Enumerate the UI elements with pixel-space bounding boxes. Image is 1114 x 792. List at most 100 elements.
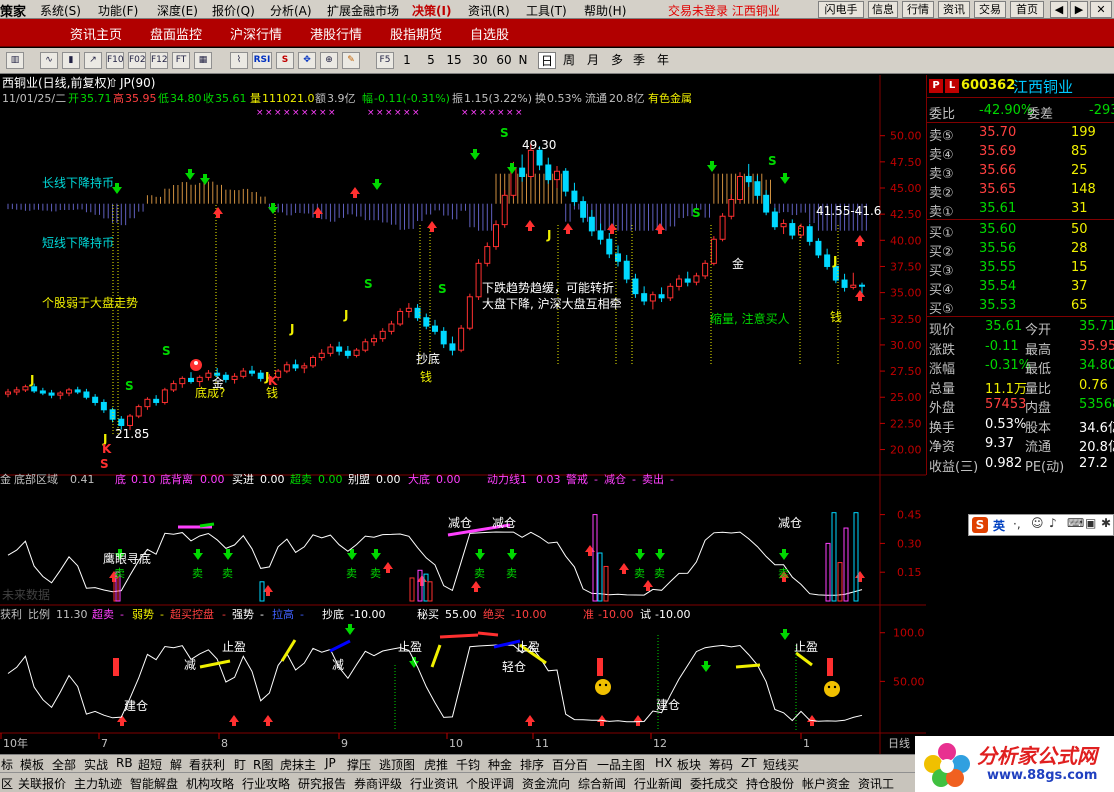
indicator-tab[interactable]: RB <box>116 756 133 770</box>
ime-toolbar[interactable]: S 英 ·, ☺ ♪ ⌨ ▣ ✱ <box>968 514 1114 536</box>
sell-order-row[interactable]: 卖④ 35.69 85 <box>927 143 1114 163</box>
s-icon[interactable]: S <box>276 52 294 69</box>
indicator-tab[interactable]: 种金 <box>488 756 512 773</box>
f12-icon[interactable]: F12 <box>150 52 168 69</box>
menu-depth[interactable]: 深度(E) <box>157 2 198 19</box>
function-tab[interactable]: 关联报价 <box>18 775 66 792</box>
pen-icon[interactable]: ✎ <box>342 52 360 69</box>
period-week[interactable]: 周 <box>560 52 578 69</box>
indicator-tab[interactable]: 虎抹主 <box>280 756 316 773</box>
function-tab[interactable]: 行业资讯 <box>410 775 458 792</box>
indicator-tab[interactable]: 超短 <box>138 756 162 773</box>
period-60min[interactable]: 60 <box>494 52 514 69</box>
pattern-icon[interactable]: ▦ <box>194 52 212 69</box>
trade-button[interactable]: 交易 <box>974 1 1006 18</box>
zoom-icon[interactable]: ⊕ <box>320 52 338 69</box>
sell-order-row[interactable]: 卖③ 35.66 25 <box>927 162 1114 182</box>
nav-index-futures[interactable]: 股指期货 <box>390 24 442 43</box>
stat-row[interactable]: 收益(三) 0.982 PE(动) 27.2 <box>927 455 1114 475</box>
indicator-tab[interactable]: 模板 <box>20 756 44 773</box>
indicator-tab[interactable]: 逃顶图 <box>379 756 415 773</box>
buy-order-row[interactable]: 买② 35.56 28 <box>927 240 1114 260</box>
back-icon[interactable]: ◀ <box>1050 1 1068 18</box>
kline-chart-svg[interactable]: 西铜业(日线,前复权) ⇧ JP(90) 11/01/25/二 开 35.71 … <box>0 75 926 755</box>
period-year[interactable]: 年 <box>654 52 672 69</box>
menu-extended-market[interactable]: 扩展金融市场 <box>327 2 399 19</box>
indicator-tab[interactable]: 实战 <box>84 756 108 773</box>
indicator-tab[interactable]: JP <box>325 756 336 770</box>
indicator-tab[interactable]: 盯 <box>234 756 246 773</box>
login-status-alert[interactable]: 交易未登录 江西铜业 <box>668 2 780 19</box>
function-tab[interactable]: 券商评级 <box>354 775 402 792</box>
indicator-tab[interactable]: 千钧 <box>456 756 480 773</box>
indicator-tab[interactable]: 解 <box>170 756 182 773</box>
skin-icon[interactable]: ▣ <box>1085 516 1096 530</box>
indicator-tab[interactable]: 短线买 <box>763 756 799 773</box>
menu-function[interactable]: 功能(F) <box>98 2 138 19</box>
chart-icon[interactable]: ⌇ <box>230 52 248 69</box>
flash-trade-button[interactable]: 闪电手 <box>818 1 864 18</box>
function-tab[interactable]: 委托成交 <box>690 775 738 792</box>
nav-shsz-quotes[interactable]: 沪深行情 <box>230 24 282 43</box>
period-15min[interactable]: 15 <box>444 52 464 69</box>
indicator-tab[interactable]: R图 <box>253 756 273 773</box>
function-tab[interactable]: 主力轨迹 <box>74 775 122 792</box>
keyboard-icon[interactable]: ⌨ <box>1067 516 1084 530</box>
chart-area[interactable]: 西铜业(日线,前复权) ⇧ JP(90) 11/01/25/二 开 35.71 … <box>0 75 926 755</box>
period-30min[interactable]: 30 <box>470 52 490 69</box>
line-icon[interactable]: ∿ <box>40 52 58 69</box>
function-tab[interactable]: 机构攻略 <box>186 775 234 792</box>
stat-row[interactable]: 净资 9.37 流通 20.8亿 <box>927 435 1114 455</box>
period-1min[interactable]: 1 <box>400 52 414 69</box>
f5-icon[interactable]: F5 <box>376 52 394 69</box>
f10-icon[interactable]: F10 <box>106 52 124 69</box>
forward-icon[interactable]: ▶ <box>1070 1 1088 18</box>
function-tab[interactable]: 资金流向 <box>522 775 570 792</box>
function-tab[interactable]: 研究报告 <box>298 775 346 792</box>
function-tab[interactable]: 持仓股份 <box>746 775 794 792</box>
function-tab[interactable]: 帐户资金 <box>802 775 850 792</box>
move-icon[interactable]: ✥ <box>298 52 316 69</box>
function-tab[interactable]: 行业新闻 <box>634 775 682 792</box>
candle-icon[interactable]: ▮ <box>62 52 80 69</box>
function-tab[interactable]: 区 <box>1 775 13 792</box>
period-day[interactable]: 日 <box>538 52 556 69</box>
indicator-tab[interactable]: 排序 <box>520 756 544 773</box>
indicator-tab[interactable]: ZT <box>741 756 757 770</box>
function-tab[interactable]: 综合新闻 <box>578 775 626 792</box>
period-multi[interactable]: 多 <box>608 52 626 69</box>
p-icon[interactable]: P <box>929 79 943 93</box>
indicator-tab[interactable]: 一品主图 <box>597 756 645 773</box>
buy-order-row[interactable]: 买③ 35.55 15 <box>927 259 1114 279</box>
menu-news[interactable]: 资讯(R) <box>468 2 510 19</box>
menu-help[interactable]: 帮助(H) <box>584 2 626 19</box>
nav-watchlist[interactable]: 自选股 <box>470 24 509 43</box>
buy-order-row[interactable]: 买⑤ 35.53 65 <box>927 297 1114 317</box>
tools-icon[interactable]: ✱ <box>1101 516 1111 530</box>
indicator-tab[interactable]: 撑压 <box>347 756 371 773</box>
bar-icon[interactable]: ▥ <box>6 52 24 69</box>
stat-row[interactable]: 涨跌 -0.11 最高 35.95 <box>927 338 1114 358</box>
ft-icon[interactable]: FT <box>172 52 190 69</box>
trend-icon[interactable]: ↗ <box>84 52 102 69</box>
indicator-tab[interactable]: HX <box>655 756 672 770</box>
function-tab[interactable]: 行业攻略 <box>242 775 290 792</box>
function-tab[interactable]: 智能解盘 <box>130 775 178 792</box>
buy-order-row[interactable]: 买④ 35.54 37 <box>927 278 1114 298</box>
period-5min[interactable]: 5 <box>424 52 438 69</box>
news-button[interactable]: 资讯 <box>938 1 970 18</box>
period-month[interactable]: 月 <box>584 52 602 69</box>
menu-tools[interactable]: 工具(T) <box>526 2 567 19</box>
period-n[interactable]: N <box>516 52 530 69</box>
period-quarter[interactable]: 季 <box>630 52 648 69</box>
indicator-tab[interactable]: 虎推 <box>424 756 448 773</box>
menu-system[interactable]: 系统(S) <box>40 2 81 19</box>
stat-row[interactable]: 现价 35.61 今开 35.71 <box>927 318 1114 338</box>
stat-row[interactable]: 总量 11.1万 量比 0.76 <box>927 377 1114 397</box>
indicator-tab[interactable]: 标 <box>1 756 13 773</box>
menu-decision[interactable]: 决策(I) <box>412 2 451 19</box>
punct-icon[interactable]: ·, <box>1013 517 1021 531</box>
info-button[interactable]: 信息 <box>868 1 898 18</box>
stat-row[interactable]: 换手 0.53%股本 34.6亿 <box>927 416 1114 436</box>
rsi-icon[interactable]: RSI <box>252 52 272 69</box>
